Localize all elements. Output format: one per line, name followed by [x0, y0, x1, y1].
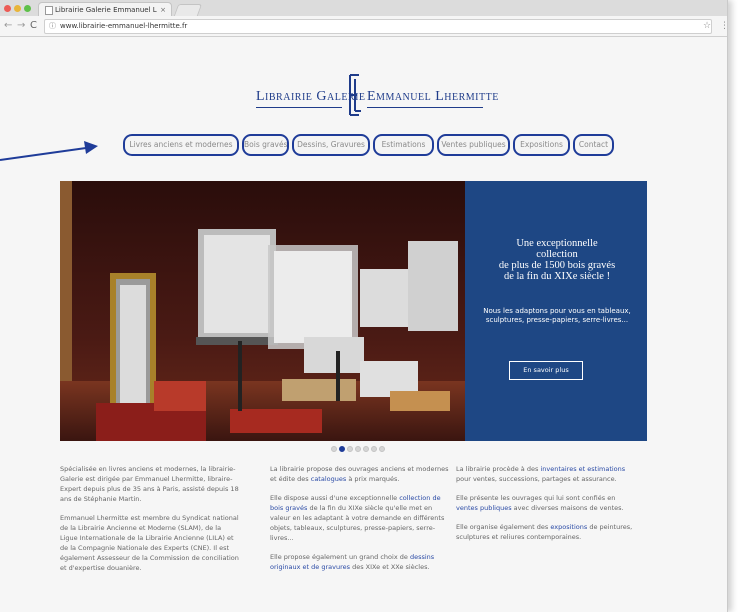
nav-item-bois-graves[interactable]: Bois gravés — [242, 134, 289, 156]
services-paragraph: Elle organise également des expositions … — [456, 522, 636, 542]
close-window-button[interactable] — [4, 5, 11, 12]
slider-dot[interactable] — [363, 446, 369, 452]
hero-title-line: Une exceptionnelle — [516, 238, 598, 249]
ventes-publiques-link[interactable]: ventes publiques — [456, 504, 512, 512]
hero-subtitle: Nous les adaptons pour vous en tableaux,… — [483, 307, 631, 324]
intro-paragraph: Spécialisée en livres anciens et moderne… — [60, 465, 239, 503]
paragraph-text: Elle dispose aussi d'une exceptionnelle — [270, 494, 400, 502]
logo-text-right: Emmanuel Lhermitte — [367, 89, 499, 104]
info-icon[interactable]: ⓘ — [49, 20, 56, 33]
paragraph-text: avec diverses maisons de ventes. — [511, 504, 624, 512]
nav-item-expositions[interactable]: Expositions — [513, 134, 570, 156]
back-button[interactable]: ← — [4, 18, 12, 34]
address-row: ← → C ⓘ www.librairie-emmanuel-lhermitte… — [0, 16, 727, 37]
paragraph-text: La librairie procède à des — [456, 465, 541, 473]
hero-title: Une exceptionnelle collection de plus de… — [467, 238, 647, 282]
hero-slider: Une exceptionnelle collection de plus de… — [60, 181, 647, 441]
forward-button[interactable]: → — [17, 18, 25, 34]
tab-bar: Librairie Galerie Emmanuel L × — [0, 0, 727, 17]
paragraph-text: Elle présente les ouvrages qui lui sont … — [456, 494, 616, 502]
address-bar[interactable]: ⓘ www.librairie-emmanuel-lhermitte.fr — [44, 19, 712, 34]
logo-underline-left — [256, 107, 342, 108]
slider-dot[interactable] — [347, 446, 353, 452]
catalogues-link[interactable]: catalogues — [311, 475, 347, 483]
nav-item-contact[interactable]: Contact — [573, 134, 614, 156]
slider-dot[interactable] — [379, 446, 385, 452]
browser-tab[interactable]: Librairie Galerie Emmanuel L × — [38, 2, 172, 17]
offer-column: La librairie propose des ouvrages ancien… — [270, 464, 450, 581]
browser-window: Librairie Galerie Emmanuel L × ← → C ⓘ w… — [0, 0, 728, 612]
page-content: Librairie Galerie Emmanuel Lhermitte Liv… — [0, 37, 727, 612]
paragraph-text: Elle organise également des — [456, 523, 551, 531]
reload-button[interactable]: C — [30, 18, 37, 34]
slider-dot[interactable] — [331, 446, 337, 452]
hero-title-line: collection — [536, 249, 578, 260]
tab-title: Librairie Galerie Emmanuel L — [55, 6, 157, 14]
nav-item-ventes[interactable]: Ventes publiques — [437, 134, 510, 156]
close-tab-icon[interactable]: × — [160, 3, 166, 17]
intro-paragraph: Emmanuel Lhermitte est membre du Syndica… — [60, 514, 239, 572]
paragraph-text: pour ventes, successions, partages et as… — [456, 475, 617, 483]
paragraph-text: Elle propose également un grand choix de — [270, 553, 410, 561]
url-text[interactable]: www.librairie-emmanuel-lhermitte.fr — [60, 20, 187, 33]
logo-monogram-icon — [349, 74, 361, 116]
offer-paragraph: La librairie propose des ouvrages ancien… — [270, 464, 450, 484]
hero-title-line: de la fin du XIXe siècle ! — [503, 271, 611, 282]
services-paragraph: Elle présente les ouvrages qui lui sont … — [456, 493, 636, 513]
logo-underline-right — [367, 107, 483, 108]
expositions-link[interactable]: expositions — [550, 523, 587, 531]
browser-menu-icon[interactable]: ⋮ — [720, 21, 727, 31]
nav-item-dessins[interactable]: Dessins, Gravures — [292, 134, 370, 156]
intro-column: Spécialisée en livres anciens et moderne… — [60, 464, 240, 582]
hero-title-line: de plus de 1500 bois gravés — [498, 260, 616, 271]
maximize-window-button[interactable] — [24, 5, 31, 12]
minimize-window-button[interactable] — [14, 5, 21, 12]
page-icon — [45, 6, 53, 15]
new-tab-button[interactable] — [173, 4, 203, 16]
services-paragraph: La librairie procède à des inventaires e… — [456, 464, 636, 484]
site-logo[interactable]: Librairie Galerie Emmanuel Lhermitte — [0, 73, 727, 123]
learn-more-button[interactable]: En savoir plus — [509, 361, 583, 380]
nav-item-livres[interactable]: Livres anciens et modernes — [123, 134, 239, 156]
slider-dot-active[interactable] — [339, 446, 345, 452]
paragraph-text: à prix marqués. — [346, 475, 400, 483]
main-navigation: Livres anciens et modernes Bois gravés D… — [0, 132, 727, 160]
inventaires-link[interactable]: inventaires et estimations — [540, 465, 625, 473]
slider-dot[interactable] — [355, 446, 361, 452]
paragraph-text: des XIXe et XXe siècles. — [350, 563, 430, 571]
nav-item-estimations[interactable]: Estimations — [373, 134, 434, 156]
services-column: La librairie procède à des inventaires e… — [456, 464, 636, 551]
offer-paragraph: Elle dispose aussi d'une exceptionnelle … — [270, 493, 450, 543]
offer-paragraph: Elle propose également un grand choix de… — [270, 552, 450, 572]
slider-dot[interactable] — [371, 446, 377, 452]
slider-pagination — [0, 445, 727, 455]
bookmark-star-icon[interactable]: ☆ — [703, 19, 711, 33]
